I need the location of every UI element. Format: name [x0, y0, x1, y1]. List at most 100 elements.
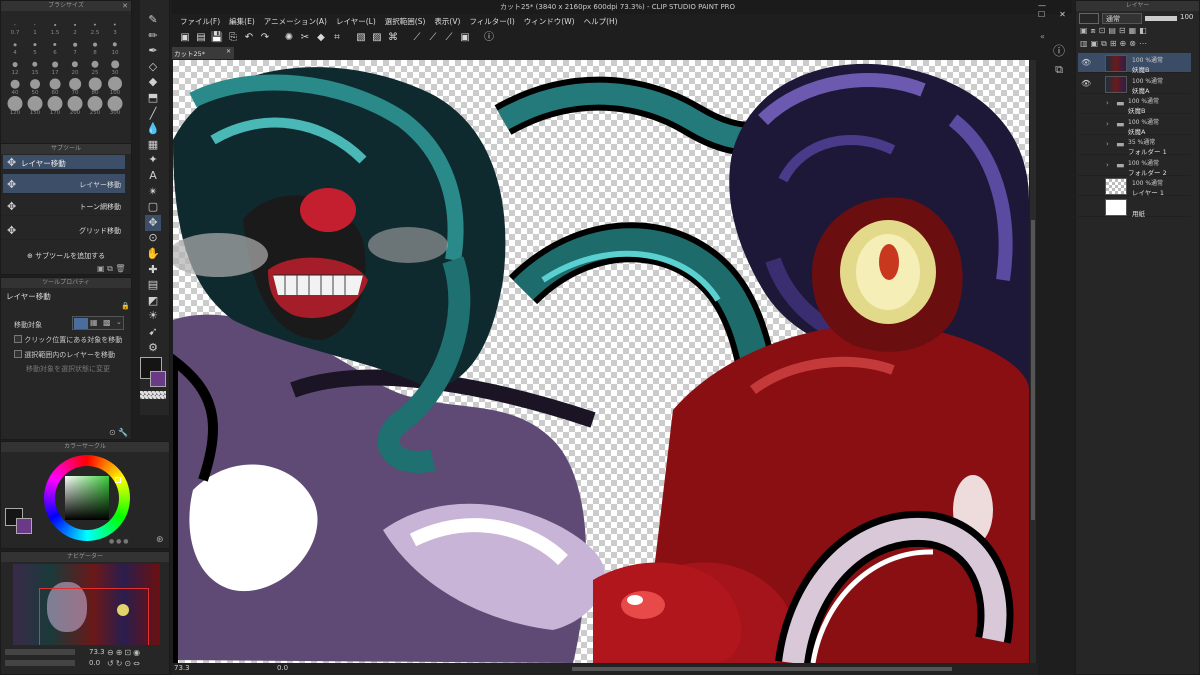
new-icon[interactable]: ▣ [178, 31, 192, 45]
zoom-icon[interactable]: ⊙ [145, 230, 161, 246]
brush-size-preset[interactable]: 1 [25, 15, 45, 36]
select-icon[interactable]: ▨ [370, 31, 384, 45]
close-icon[interactable]: ✕ [122, 1, 128, 11]
pen-icon[interactable]: ✎ [145, 12, 161, 28]
snap-ruler-icon[interactable]: ⟋ [410, 31, 424, 45]
gradient-icon[interactable]: ▦ [145, 137, 161, 153]
move-icon[interactable]: ✥ [145, 214, 161, 231]
color-mode-icon[interactable]: ⊛ [156, 535, 164, 545]
brush-size-preset[interactable]: 40 [5, 75, 25, 96]
property-footer-icons[interactable]: ⊙ 🔧 [109, 428, 128, 437]
layer-row[interactable]: 100 %通常 レイヤー 1 [1078, 176, 1191, 197]
sub-color-swatch[interactable] [150, 371, 166, 387]
undo-icon[interactable]: ↶ [242, 31, 256, 45]
move-target-selector[interactable]: ▦ ▩ ⌄ [72, 316, 124, 330]
blend-icon[interactable]: ⬒ [145, 90, 161, 106]
brush-size-preset[interactable]: 12 [5, 55, 25, 76]
close-icon[interactable]: ✕ [226, 48, 231, 55]
fill-icon[interactable]: ◆ [145, 74, 161, 90]
hue-marker[interactable] [115, 477, 121, 483]
menu-item[interactable]: 編集(E) [229, 14, 255, 30]
chevron-right-icon[interactable]: › [1106, 99, 1109, 107]
layer-toolbar-row1[interactable]: ▣⧈⊡▤⊟▦◧ [1080, 26, 1150, 36]
layer-row[interactable]: 用紙 [1078, 197, 1191, 218]
menu-item[interactable]: レイヤー(L) [336, 14, 376, 30]
ruler-icon[interactable]: ➹ [145, 324, 161, 340]
chevron-right-icon[interactable]: › [1106, 120, 1109, 128]
crop-icon[interactable]: ⌘ [386, 31, 400, 45]
brush-size-preset[interactable]: 250 [85, 95, 105, 116]
brush-size-preset[interactable]: 0.7 [5, 15, 25, 36]
layer-toolbar-row2[interactable]: ▥▣⧉⊞⊕⊗⋯ [1080, 39, 1150, 49]
brush-size-preset[interactable]: 150 [25, 95, 45, 116]
brush-size-preset[interactable]: 10 [105, 35, 125, 56]
vertical-scrollbar[interactable] [1030, 60, 1036, 663]
brush-size-preset[interactable]: 2.5 [85, 15, 105, 36]
menu-item[interactable]: 表示(V) [434, 14, 460, 30]
transparent-color-swatch[interactable] [140, 391, 166, 399]
scroll-thumb[interactable] [1031, 220, 1035, 520]
brush-size-preset[interactable]: 20 [65, 55, 85, 76]
eraser-icon[interactable]: ◇ [145, 59, 161, 75]
subtool-group-tab[interactable]: ✥ レイヤー移動 [3, 155, 125, 170]
layer-color-selector[interactable] [1079, 13, 1099, 24]
open-icon[interactable]: ▤ [194, 31, 208, 45]
menu-item[interactable]: フィルター(I) [469, 14, 514, 30]
grid-icon[interactable]: ▣ [458, 31, 472, 45]
saturation-value-square[interactable] [65, 476, 109, 520]
zoom-controls[interactable]: ⊖⊕⊡◉ [107, 648, 142, 657]
brush-icon[interactable]: ✒ [145, 43, 161, 59]
brush-size-preset[interactable]: 100 [105, 75, 125, 96]
transform-icon[interactable]: ⌗ [330, 31, 344, 45]
checkbox[interactable] [14, 350, 22, 358]
clear-icon[interactable]: ✺ [282, 31, 296, 45]
hand-icon[interactable]: ✋ [145, 246, 161, 262]
chevron-down-icon[interactable]: ⌄ [116, 318, 122, 326]
subtool-footer-icons[interactable]: ▣ ⧉ 🗑 [97, 264, 126, 274]
menu-item[interactable]: ウィンドウ(W) [524, 14, 575, 30]
chevron-right-icon[interactable]: › [1106, 140, 1109, 148]
menu-item[interactable]: 選択範囲(S) [385, 14, 426, 30]
layer-row[interactable]: 👁 100 %通常 妖魔A [1078, 74, 1191, 95]
brush-size-preset[interactable]: 25 [85, 55, 105, 76]
correction-icon[interactable]: ⚙ [145, 340, 161, 356]
water-icon[interactable]: 💧 [145, 121, 161, 137]
layer-row[interactable]: › ▬ 35 %通常 フォルダー 1 [1078, 135, 1191, 156]
brush-size-preset[interactable]: 8 [85, 35, 105, 56]
window-controls[interactable]: —☐✕ [1038, 1, 1080, 19]
target-layer-option[interactable] [74, 318, 88, 329]
horizontal-scrollbar[interactable] [572, 667, 952, 671]
brush-size-preset[interactable]: 3 [105, 15, 125, 36]
layer-row[interactable]: 👁 100 %通常 妖魔B [1078, 53, 1191, 74]
pencil-icon[interactable]: ✏ [145, 28, 161, 44]
snap-grid-icon[interactable]: ⟋ [442, 31, 456, 45]
doc-tab[interactable]: カット25* ✕ [172, 47, 234, 59]
selection-icon[interactable]: ▢ [145, 199, 161, 215]
brush-size-preset[interactable]: 15 [25, 55, 45, 76]
brush-size-preset[interactable]: 80 [85, 75, 105, 96]
brush-size-preset[interactable]: 60 [45, 75, 65, 96]
lock-icon[interactable]: 🔒 [121, 302, 130, 310]
brush-size-preset[interactable]: 6 [45, 35, 65, 56]
brush-size-preset[interactable]: 50 [25, 75, 45, 96]
panel-collapse-icon[interactable]: « [1040, 32, 1045, 41]
navigator-preview[interactable] [13, 564, 160, 645]
visibility-eye-icon[interactable]: 👁 [1081, 79, 1091, 88]
cut-icon[interactable]: ✂ [298, 31, 312, 45]
checkbox[interactable] [14, 335, 22, 343]
opacity-slider[interactable] [1145, 16, 1177, 21]
color-wheel[interactable] [44, 455, 130, 541]
decoration-icon[interactable]: ╱ [145, 106, 161, 122]
layer-row[interactable]: › ▬ 100 %通常 妖魔B [1078, 94, 1191, 115]
save-icon[interactable]: 💾 [210, 31, 224, 45]
zoom-slider[interactable] [5, 649, 75, 655]
layer-row[interactable]: › ▬ 100 %通常 妖魔A [1078, 115, 1191, 136]
bg-color-swatch[interactable] [16, 518, 32, 534]
brush-size-preset[interactable]: 17 [45, 55, 65, 76]
brush-size-preset[interactable]: 5 [25, 35, 45, 56]
redo-icon[interactable]: ↷ [258, 31, 272, 45]
copy-icon[interactable]: ⎘ [226, 31, 240, 45]
target-grid-option[interactable]: ▩ [103, 318, 111, 327]
option-click-move[interactable]: クリック位置にある対象を移動 [14, 335, 122, 345]
blend-mode-select[interactable]: 通常 [1102, 13, 1142, 24]
